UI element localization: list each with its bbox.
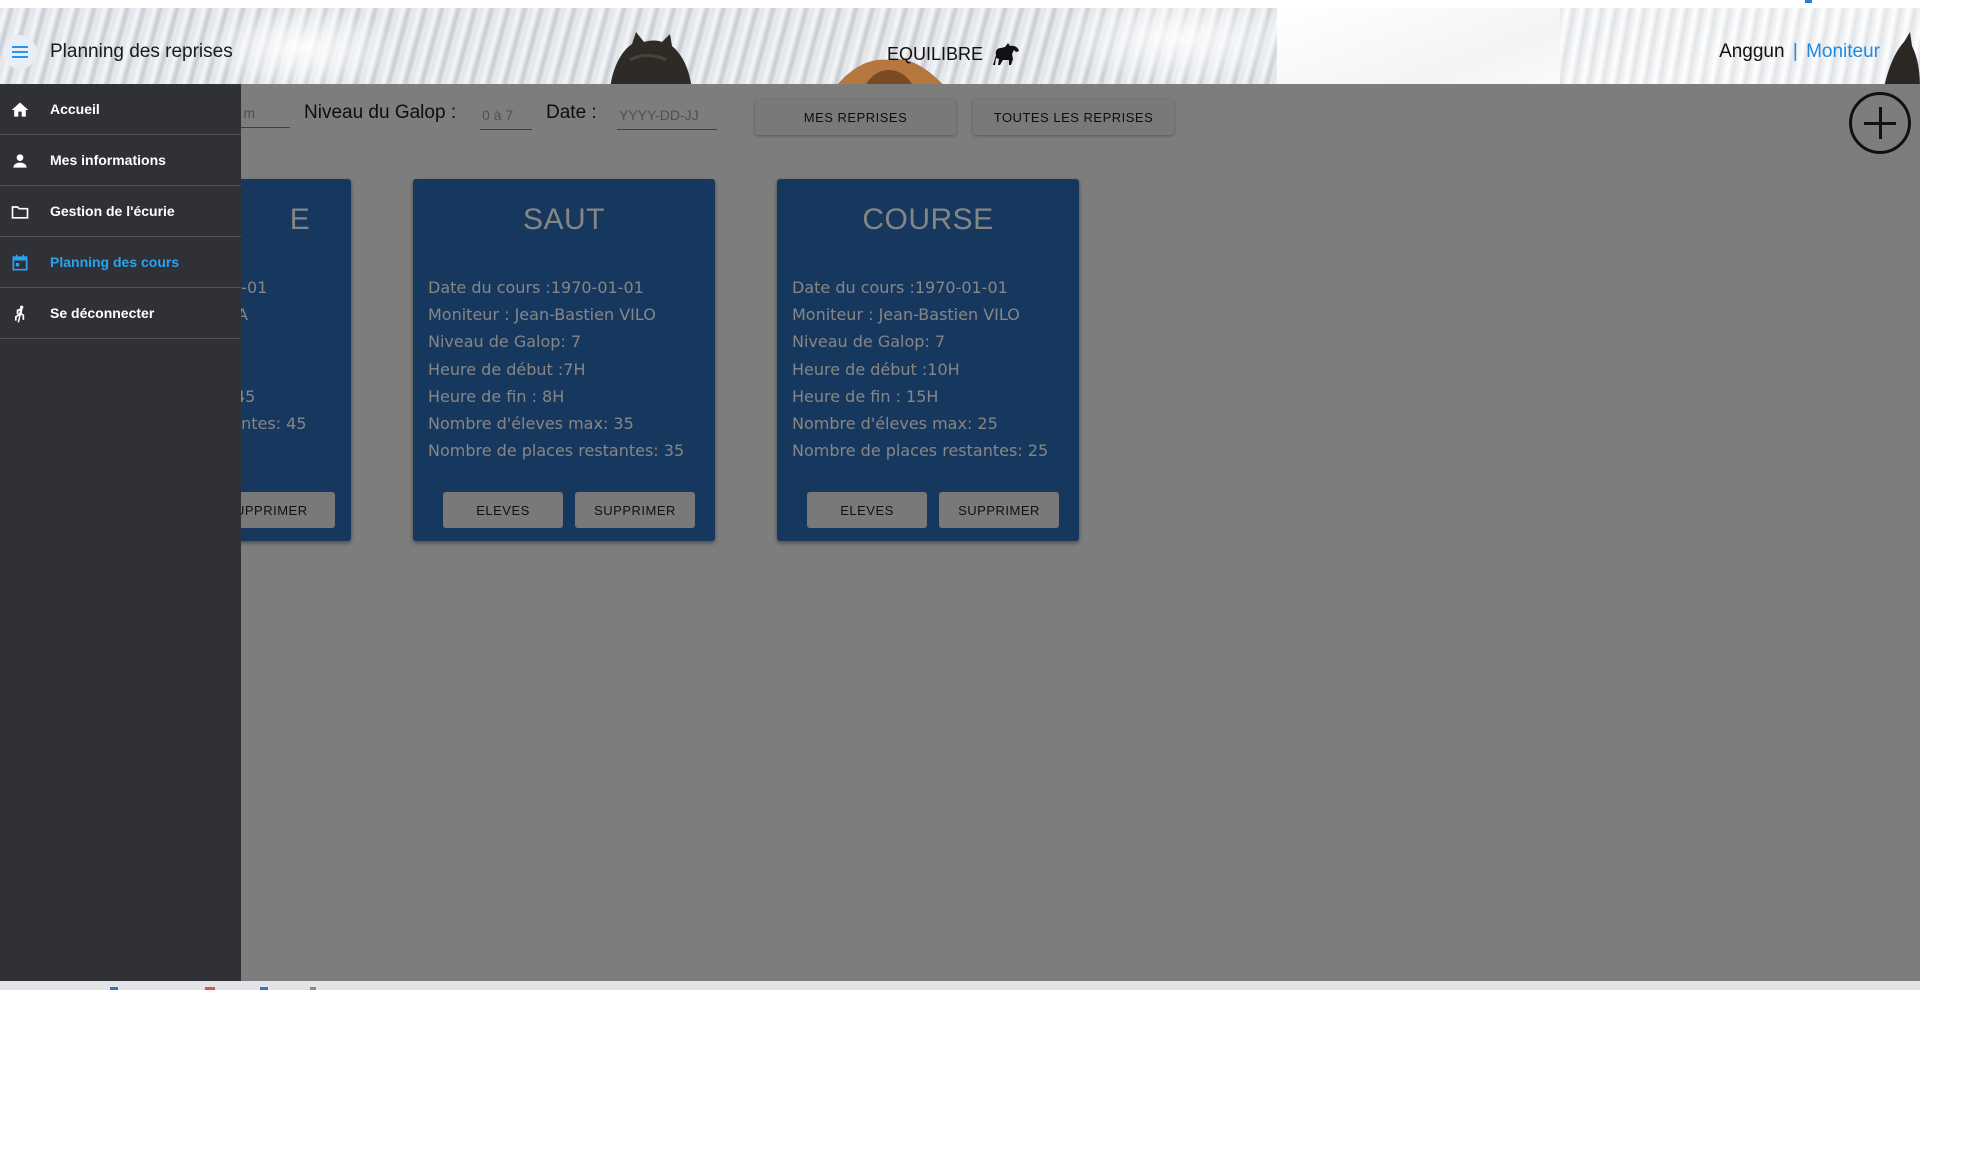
home-icon [11, 102, 29, 117]
user-info: Anggun | Moniteur [1719, 41, 1880, 63]
person-icon [13, 154, 27, 168]
sidebar-item-accueil[interactable]: Accueil [0, 84, 241, 135]
drawer-backdrop[interactable] [0, 84, 1920, 981]
horse-head-image [610, 32, 692, 84]
brand-logo[interactable]: EQUILIBRE [887, 41, 1021, 67]
taskbar-app-icon[interactable] [110, 987, 118, 990]
horse-head-edge-image [1884, 32, 1920, 84]
sidebar-item-label: Mes informations [50, 152, 166, 168]
app-window: Planning des reprises EQUILIBRE Anggun |… [0, 0, 1920, 990]
user-role-link[interactable]: Moniteur [1806, 41, 1880, 62]
taskbar-app-icon[interactable] [260, 987, 268, 990]
folder-icon [11, 206, 29, 219]
nav-drawer: Accueil Mes informations Gestion de l'éc… [0, 84, 241, 981]
top-strip [0, 0, 1920, 8]
menu-icon [12, 46, 28, 58]
os-taskbar [0, 981, 1920, 990]
taskbar-app-icon[interactable] [205, 987, 215, 990]
brand-name: EQUILIBRE [887, 43, 984, 64]
calendar-icon [12, 254, 28, 271]
sidebar-item-gestion-ecurie[interactable]: Gestion de l'écurie [0, 186, 241, 237]
sidebar-item-label: Planning des cours [50, 254, 180, 270]
sidebar-item-mes-informations[interactable]: Mes informations [0, 135, 241, 186]
sidebar-item-se-deconnecter[interactable]: Se déconnecter [0, 288, 241, 339]
sidebar-item-label: Se déconnecter [50, 305, 155, 321]
user-separator: | [1792, 41, 1798, 62]
run-icon [15, 305, 25, 323]
sidebar-item-label: Accueil [50, 101, 100, 117]
top-strip-marker [1805, 0, 1812, 3]
horse-icon [993, 43, 1020, 65]
app-header: Planning des reprises EQUILIBRE Anggun |… [0, 8, 1920, 84]
page-title: Planning des reprises [50, 41, 233, 62]
menu-button[interactable] [3, 35, 37, 69]
taskbar-app-icon[interactable] [310, 987, 316, 990]
user-name: Anggun [1719, 41, 1785, 62]
sidebar-item-planning-cours[interactable]: Planning des cours [0, 237, 241, 288]
sidebar-item-label: Gestion de l'écurie [50, 203, 175, 219]
